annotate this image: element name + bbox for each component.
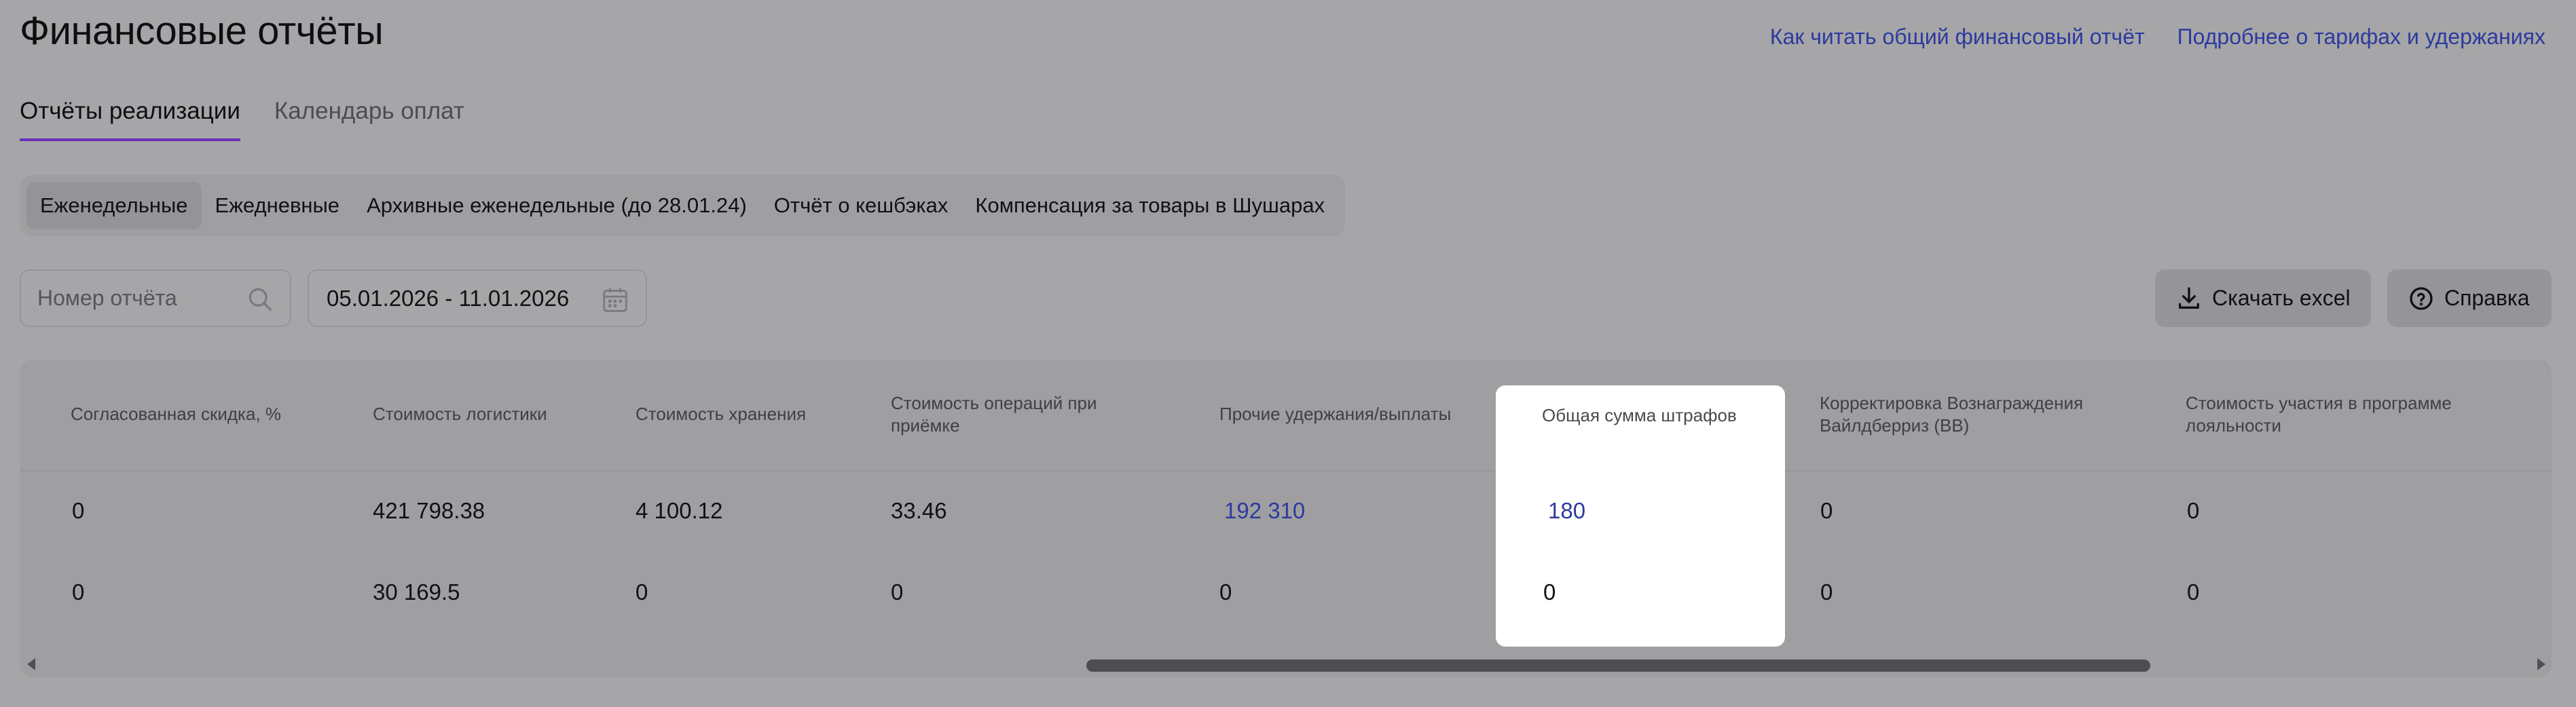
- table-cell: 0: [1820, 579, 1833, 605]
- calendar-icon: [603, 288, 627, 312]
- help-label: Справка: [2444, 286, 2530, 310]
- table-cell: 33.46: [891, 498, 947, 523]
- column-header-logistics-cost: Стоимость логистики: [373, 404, 547, 424]
- help-icon: [2410, 286, 2433, 310]
- table-cell: 0: [1219, 579, 1232, 605]
- report-table: Согласованная скидка, % Стоимость логист…: [20, 360, 2552, 677]
- column-header-acceptance-cost: Стоимость операций при приёмке: [891, 393, 1097, 436]
- tab-sales-reports[interactable]: Отчёты реализации: [20, 98, 240, 141]
- column-header-total-fines: Общая сумма штрафов: [1542, 405, 1737, 425]
- column-header-agreed-discount: Согласованная скидка, %: [71, 404, 282, 424]
- segment-shushary-compensation[interactable]: Компенсация за товары в Шушарах: [961, 182, 1338, 229]
- segment-daily[interactable]: Ежедневные: [202, 182, 354, 229]
- table-cell: 0: [2187, 498, 2200, 523]
- tab-payment-calendar[interactable]: Календарь оплат: [274, 98, 464, 141]
- horizontal-scrollbar[interactable]: [1086, 660, 2150, 672]
- table-cell: 0: [2187, 579, 2200, 605]
- report-type-switcher: Еженедельные Ежедневные Архивные еженеде…: [20, 175, 1346, 236]
- table-cell: 0: [72, 579, 85, 605]
- report-tabs: Отчёты реализации Календарь оплат: [20, 98, 464, 141]
- download-excel-label: Скачать excel: [2212, 286, 2351, 310]
- table-cell: 4 100.12: [636, 498, 723, 523]
- help-button[interactable]: Справка: [2387, 269, 2552, 327]
- download-excel-button[interactable]: Скачать excel: [2155, 269, 2371, 327]
- column-header-other-deductions: Прочие удержания/выплаты: [1219, 404, 1452, 424]
- scroll-left-arrow-icon[interactable]: [27, 658, 35, 670]
- header-divider: [20, 470, 2552, 472]
- search-icon[interactable]: [245, 284, 275, 314]
- scroll-right-arrow-icon[interactable]: [2537, 658, 2545, 670]
- download-icon: [2179, 286, 2199, 309]
- top-links: Как читать общий финансовый отчёт Подроб…: [1770, 24, 2545, 50]
- search-input[interactable]: [37, 286, 234, 311]
- table-cell: 30 169.5: [373, 579, 460, 605]
- how-to-read-report-link[interactable]: Как читать общий финансовый отчёт: [1770, 24, 2145, 50]
- column-header-storage-cost: Стоимость хранения: [636, 404, 807, 424]
- total-fines-link[interactable]: 180: [1548, 498, 1585, 524]
- table-cell: 0: [1820, 498, 1833, 523]
- tariffs-link[interactable]: Подробнее о тарифах и удержаниях: [2177, 24, 2545, 50]
- table-cell: 0: [891, 579, 904, 605]
- column-header-wb-reward-adjustment: Корректировка Вознаграждения Вайлдберриз…: [1820, 393, 2084, 436]
- report-number-search: [20, 269, 291, 327]
- column-header-loyalty-program-cost: Стоимость участия в программе лояльности: [2186, 393, 2452, 436]
- page-title: Финансовые отчёты: [20, 9, 384, 53]
- date-range-value: 05.01.2026 - 11.01.2026: [327, 285, 570, 311]
- table-cell: 421 798.38: [373, 498, 485, 523]
- segment-cashback-report[interactable]: Отчёт о кешбэках: [760, 182, 962, 229]
- table-cell: 0: [72, 498, 85, 523]
- segment-weekly[interactable]: Еженедельные: [26, 182, 202, 229]
- table-cell: 0: [1543, 579, 1556, 605]
- table-cell: 0: [636, 579, 648, 605]
- date-range-picker[interactable]: 05.01.2026 - 11.01.2026: [308, 269, 647, 327]
- segment-archive-weekly[interactable]: Архивные еженедельные (до 28.01.24): [353, 182, 760, 229]
- highlighted-fines-column: Общая сумма штрафов 180 0: [1496, 385, 1785, 647]
- other-deductions-link[interactable]: 192 310: [1224, 498, 1305, 524]
